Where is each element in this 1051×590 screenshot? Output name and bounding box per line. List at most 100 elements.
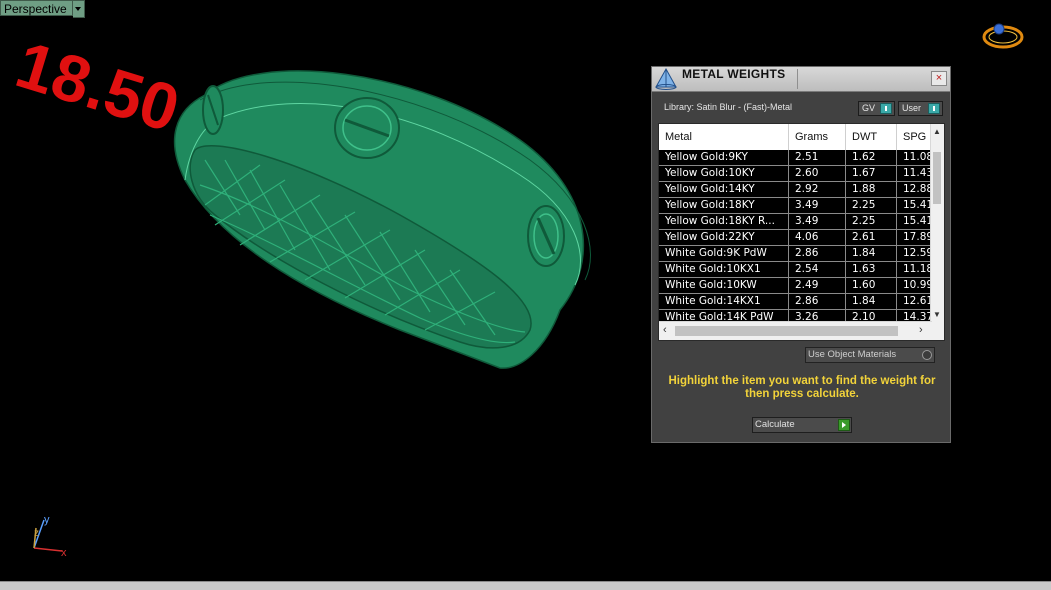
table-header: Metal Grams DWT SPG [659,124,932,151]
calculate-button[interactable]: Calculate [752,417,852,433]
table-body: Yellow Gold:9KY 2.51 1.62 11.08 Yellow Gold:… [659,150,932,322]
screw-motif-center [334,97,400,159]
axis-x-label: x [61,547,67,559]
calculate-label: Calculate [755,419,795,430]
instruction-text: Highlight the item you want to find the … [668,375,936,400]
scroll-left-icon[interactable]: ‹ [663,324,667,336]
col-header-dwt[interactable]: DWT [846,124,897,150]
table-row[interactable]: Yellow Gold:10KY 2.60 1.67 11.43 [659,166,932,182]
col-header-spg[interactable]: SPG [897,124,932,150]
cell-spg: 15.41 [903,215,932,227]
axis-triad-icon: y z x [33,514,67,559]
panel-title: METAL WEIGHTS [682,67,786,81]
table-row[interactable]: Yellow Gold:9KY 2.51 1.62 11.08 [659,150,932,166]
cell-metal: White Gold:9K PdW [659,246,789,261]
cell-metal: Yellow Gold:22KY [659,230,789,245]
ring-model[interactable] [173,70,591,369]
gv-toggle-knob-icon [880,103,892,114]
play-arrow-icon [838,419,850,431]
user-toggle[interactable]: User [898,101,943,116]
col-header-grams[interactable]: Grams [789,124,846,150]
cell-spg: 10.99 [903,279,932,291]
scroll-down-icon[interactable]: ▼ [933,310,941,319]
table-row[interactable]: White Gold:9K PdW 2.86 1.84 12.59 [659,246,932,262]
cell-grams: 2.86 [789,294,846,309]
axis-z-label: z [34,528,39,539]
table-row[interactable]: White Gold:10KW 2.49 1.60 10.99 [659,278,932,294]
cell-metal: Yellow Gold:18KY R... [659,214,789,229]
col-header-metal[interactable]: Metal [659,124,789,150]
vertical-scrollbar[interactable]: ▲ ▼ [930,124,944,322]
cell-grams: 3.49 [789,214,846,229]
user-toggle-knob-icon [928,103,940,114]
viewport-dropdown-icon[interactable] [72,0,85,18]
cell-metal: Yellow Gold:9KY [659,150,789,165]
cell-grams: 2.54 [789,262,846,277]
library-label: Library: Satin Blur - (Fast)-Metal [664,102,793,112]
cell-dwt: 1.84 [846,246,897,261]
axis-y-label: y [44,514,50,526]
scroll-up-icon[interactable]: ▲ [933,127,941,136]
vertical-scroll-thumb[interactable] [933,152,941,204]
cell-dwt: 2.25 [846,198,897,213]
table-row[interactable]: Yellow Gold:14KY 2.92 1.88 12.88 [659,182,932,198]
cell-grams: 2.86 [789,246,846,261]
ring-size-label: 18.50 [8,27,188,146]
cell-spg: 12.59 [903,247,932,259]
cell-grams: 4.06 [789,230,846,245]
cell-dwt: 1.60 [846,278,897,293]
cell-dwt: 1.62 [846,150,897,165]
cell-grams: 2.49 [789,278,846,293]
cell-metal: White Gold:10KW [659,278,789,293]
use-object-materials-label: Use Object Materials [808,349,897,360]
cell-dwt: 2.25 [846,214,897,229]
cell-spg: 12.88 [903,183,932,195]
cell-dwt: 1.63 [846,262,897,277]
cell-grams: 2.51 [789,150,846,165]
cell-metal: White Gold:10KX1 [659,262,789,277]
metal-weights-icon [655,67,677,90]
gv-toggle[interactable]: GV [858,101,895,116]
gv-label: GV [862,103,876,113]
screw-motif-left [202,85,224,135]
cell-spg: 12.61 [903,295,932,307]
radio-icon[interactable] [922,350,932,360]
user-label: User [902,103,922,113]
metal-table[interactable]: Metal Grams DWT SPG Yellow Gold:9KY 2.51 1… [658,123,945,341]
cell-metal: Yellow Gold:18KY [659,198,789,213]
panel-titlebar[interactable]: METAL WEIGHTS × [652,67,950,92]
cell-dwt: 1.84 [846,294,897,309]
cell-spg: 11.18 [903,263,932,275]
scroll-corner [931,322,944,340]
horizontal-scroll-thumb[interactable] [675,326,898,336]
cell-spg: 15.41 [903,199,932,211]
cell-spg: 11.08 [903,151,932,163]
status-bar [0,581,1051,590]
table-row[interactable]: Yellow Gold:22KY 4.06 2.61 17.89 [659,230,932,246]
cell-metal: Yellow Gold:14KY [659,182,789,197]
viewport-label[interactable]: Perspective [0,0,85,18]
table-row[interactable]: Yellow Gold:18KY 3.49 2.25 15.41 [659,198,932,214]
cell-grams: 2.60 [789,166,846,181]
cell-spg: 11.43 [903,167,932,179]
metal-weights-panel: METAL WEIGHTS × Library: Satin Blur - (F… [651,66,951,443]
cell-grams: 3.49 [789,198,846,213]
horizontal-scrollbar[interactable]: ‹ › [659,321,932,340]
cell-dwt: 2.61 [846,230,897,245]
cell-spg: 17.89 [903,231,932,243]
cell-dwt: 1.67 [846,166,897,181]
use-object-materials-option[interactable]: Use Object Materials [805,347,935,363]
cell-metal: Yellow Gold:10KY [659,166,789,181]
cell-metal: White Gold:14KX1 [659,294,789,309]
viewport-name[interactable]: Perspective [0,0,73,16]
table-row[interactable]: White Gold:14KX1 2.86 1.84 12.61 [659,294,932,310]
title-divider [797,69,798,89]
view-gizmo-icon[interactable] [982,23,1024,49]
table-row[interactable]: White Gold:10KX1 2.54 1.63 11.18 [659,262,932,278]
cell-dwt: 1.88 [846,182,897,197]
table-row[interactable]: Yellow Gold:18KY R... 3.49 2.25 15.41 [659,214,932,230]
screw-motif-right [527,205,565,267]
scroll-right-icon[interactable]: › [919,324,923,336]
cell-grams: 2.92 [789,182,846,197]
close-button[interactable]: × [931,71,947,86]
